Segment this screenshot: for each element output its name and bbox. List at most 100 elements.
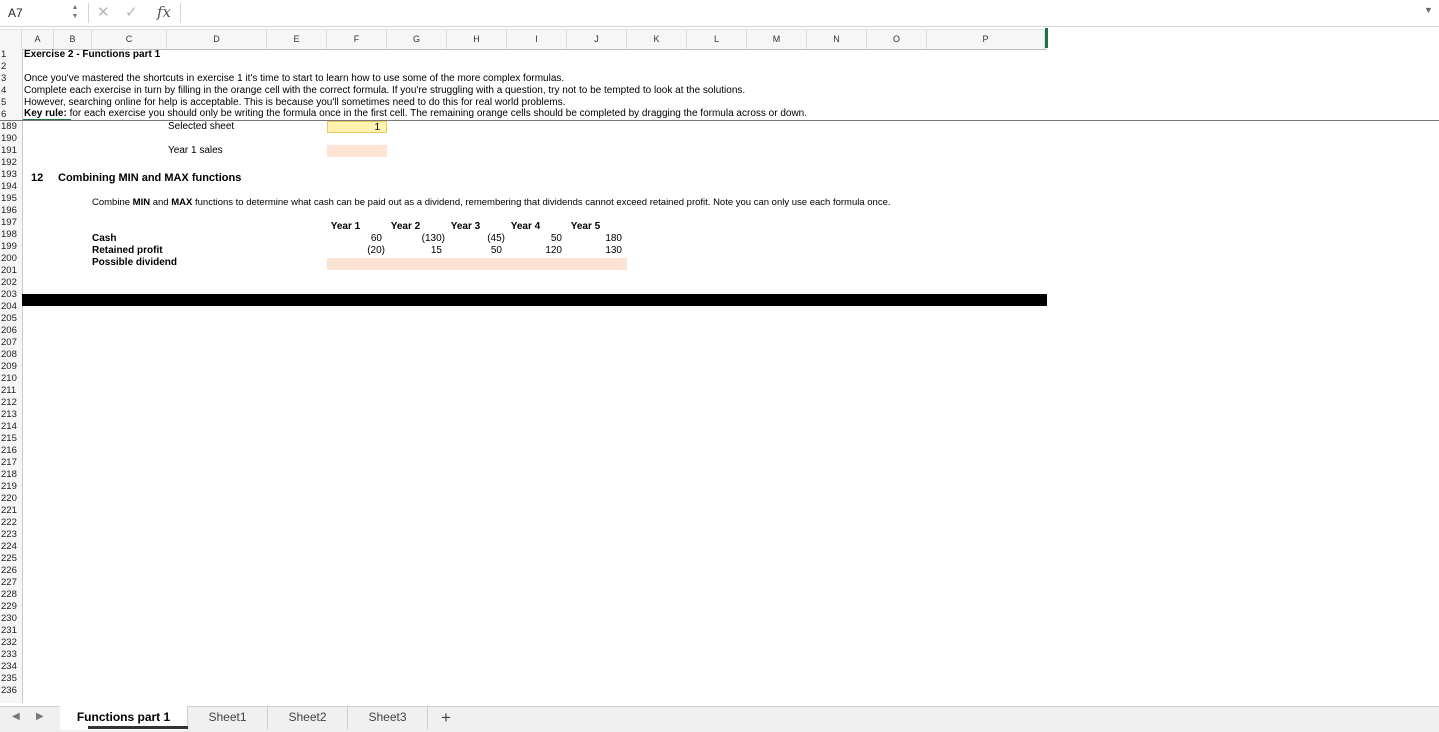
row-header[interactable]: 189 — [0, 121, 22, 133]
row-header[interactable]: 197 — [0, 217, 22, 229]
row-header[interactable]: 5 — [0, 97, 22, 109]
key-rule-text[interactable]: Key rule: for each exercise you should o… — [24, 108, 807, 120]
row-header[interactable]: 221 — [0, 505, 22, 517]
intro-text-row3[interactable]: Once you've mastered the shortcuts in ex… — [24, 73, 564, 85]
row-header[interactable]: 213 — [0, 409, 22, 421]
column-header-k[interactable]: K — [627, 30, 687, 49]
sheet-tab-sheet2[interactable]: Sheet2 — [268, 706, 348, 730]
select-all-button[interactable] — [0, 30, 22, 49]
row-header[interactable]: 235 — [0, 673, 22, 685]
row-header[interactable]: 201 — [0, 265, 22, 277]
possible-dividend-input[interactable] — [387, 258, 447, 270]
year-header[interactable]: Year 3 — [447, 221, 484, 233]
row-header[interactable]: 4 — [0, 85, 22, 97]
column-header-h[interactable]: H — [447, 30, 507, 49]
column-header-l[interactable]: L — [687, 30, 747, 49]
row-header[interactable]: 236 — [0, 685, 22, 697]
selected-sheet-label[interactable]: Selected sheet — [168, 121, 234, 133]
next-sheet-icon[interactable]: ▶ — [36, 711, 44, 722]
row-label-cash[interactable]: Cash — [92, 233, 116, 245]
row-header[interactable]: 190 — [0, 133, 22, 145]
year-header[interactable]: Year 5 — [567, 221, 604, 233]
row-label-retained-profit[interactable]: Retained profit — [92, 245, 163, 257]
cash-value[interactable]: 50 — [507, 233, 562, 245]
formula-input[interactable] — [184, 3, 1414, 23]
row-header[interactable]: 205 — [0, 313, 22, 325]
row-header[interactable]: 218 — [0, 469, 22, 481]
formula-expand-icon[interactable]: ▼ — [1424, 5, 1433, 15]
retained-profit-value[interactable]: 50 — [447, 245, 502, 257]
row-header[interactable]: 204 — [0, 301, 22, 313]
column-header-p[interactable]: P — [927, 30, 1045, 49]
row-header[interactable]: 208 — [0, 349, 22, 361]
column-header-g[interactable]: G — [387, 30, 447, 49]
row-header[interactable]: 203 — [0, 289, 22, 301]
column-header-d[interactable]: D — [167, 30, 267, 49]
row-header[interactable]: 195 — [0, 193, 22, 205]
column-header-e[interactable]: E — [267, 30, 327, 49]
row-header[interactable]: 231 — [0, 625, 22, 637]
section-instruction[interactable]: Combine MIN and MAX functions to determi… — [92, 197, 891, 209]
row-header[interactable]: 209 — [0, 361, 22, 373]
column-header-c[interactable]: C — [92, 30, 167, 49]
row-header[interactable]: 196 — [0, 205, 22, 217]
row-header[interactable]: 194 — [0, 181, 22, 193]
row-header[interactable]: 202 — [0, 277, 22, 289]
cancel-icon[interactable]: ✕ — [97, 3, 110, 23]
row-header[interactable]: 199 — [0, 241, 22, 253]
row-header[interactable]: 224 — [0, 541, 22, 553]
column-header-o[interactable]: O — [867, 30, 927, 49]
row-header[interactable]: 207 — [0, 337, 22, 349]
insert-function-icon[interactable]: fx — [157, 2, 171, 22]
year1-sales-input[interactable] — [327, 145, 387, 157]
row-header[interactable]: 1 — [0, 49, 22, 61]
row-header[interactable]: 222 — [0, 517, 22, 529]
row-label-possible-dividend[interactable]: Possible dividend — [92, 257, 177, 269]
row-header[interactable]: 233 — [0, 649, 22, 661]
row-header[interactable]: 234 — [0, 661, 22, 673]
row-header[interactable]: 212 — [0, 397, 22, 409]
possible-dividend-input[interactable] — [447, 258, 507, 270]
row-header[interactable]: 198 — [0, 229, 22, 241]
column-header-b[interactable]: B — [54, 30, 92, 49]
possible-dividend-input[interactable] — [327, 258, 387, 270]
row-header[interactable]: 2 — [0, 61, 22, 73]
row-header[interactable]: 210 — [0, 373, 22, 385]
column-header-n[interactable]: N — [807, 30, 867, 49]
row-header[interactable]: 225 — [0, 553, 22, 565]
row-header[interactable]: 215 — [0, 433, 22, 445]
column-header-a[interactable]: A — [22, 30, 54, 49]
cash-value[interactable]: (45) — [447, 233, 505, 245]
row-header[interactable]: 3 — [0, 73, 22, 85]
add-sheet-button[interactable]: + — [436, 707, 456, 729]
cash-value[interactable]: 180 — [567, 233, 622, 245]
enter-icon[interactable]: ✓ — [125, 3, 138, 23]
row-header[interactable]: 193 — [0, 169, 22, 181]
previous-sheet-icon[interactable]: ◀ — [12, 711, 20, 722]
intro-text-row4[interactable]: Complete each exercise in turn by fillin… — [24, 85, 745, 97]
row-header[interactable]: 211 — [0, 385, 22, 397]
cash-value[interactable]: (130) — [387, 233, 445, 245]
row-header[interactable]: 228 — [0, 589, 22, 601]
row-header[interactable]: 220 — [0, 493, 22, 505]
row-header[interactable]: 230 — [0, 613, 22, 625]
retained-profit-value[interactable]: 15 — [387, 245, 442, 257]
column-header-m[interactable]: M — [747, 30, 807, 49]
retained-profit-value[interactable]: 130 — [567, 245, 622, 257]
row-header[interactable]: 206 — [0, 325, 22, 337]
row-header[interactable]: 214 — [0, 421, 22, 433]
row-header[interactable]: 227 — [0, 577, 22, 589]
column-header-j[interactable]: J — [567, 30, 627, 49]
year1-sales-label[interactable]: Year 1 sales — [168, 145, 223, 157]
section-number[interactable]: 12 — [31, 172, 43, 184]
row-header[interactable]: 226 — [0, 565, 22, 577]
row-header[interactable]: 219 — [0, 481, 22, 493]
retained-profit-value[interactable]: (20) — [327, 245, 385, 257]
cash-value[interactable]: 60 — [327, 233, 382, 245]
row-header[interactable]: 217 — [0, 457, 22, 469]
row-header[interactable]: 192 — [0, 157, 22, 169]
sheet-tab-sheet1[interactable]: Sheet1 — [188, 706, 268, 730]
row-header[interactable]: 216 — [0, 445, 22, 457]
row-header[interactable]: 232 — [0, 637, 22, 649]
row-header[interactable]: 191 — [0, 145, 22, 157]
